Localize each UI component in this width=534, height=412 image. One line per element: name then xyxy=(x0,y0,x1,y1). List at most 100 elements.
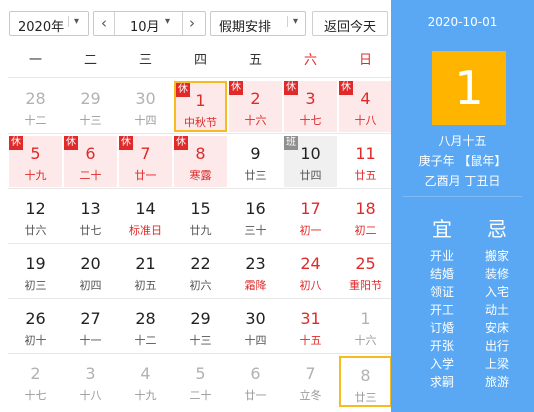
lunar-label: 初三 xyxy=(24,279,47,292)
day-cell[interactable]: 25 重阳节 xyxy=(339,246,392,297)
day-cell[interactable]: 23 霜降 xyxy=(229,246,282,297)
day-cell[interactable]: 8 廿三 xyxy=(339,356,392,407)
divider xyxy=(182,12,183,35)
day-cell[interactable]: 28 十二 xyxy=(9,81,62,132)
yi-heading: 宜 xyxy=(432,217,452,241)
day-cell[interactable]: 休 1 中秋节 xyxy=(174,81,227,132)
prev-month-icon[interactable]: ‹ xyxy=(101,14,107,32)
day-cell[interactable]: 休 6 二十 xyxy=(64,136,117,187)
day-cell[interactable]: 4 十九 xyxy=(119,356,172,407)
day-cell[interactable]: 21 初五 xyxy=(119,246,172,297)
day-cell[interactable]: 休 2 十六 xyxy=(229,81,282,132)
day-number: 8 xyxy=(360,366,371,385)
day-cell[interactable]: 26 初十 xyxy=(9,301,62,352)
day-cell[interactable]: 1 十六 xyxy=(339,301,392,352)
weekday-label: 三 xyxy=(138,53,152,68)
day-cell[interactable]: 班 10 廿四 xyxy=(284,136,337,187)
day-cell[interactable]: 18 初二 xyxy=(339,191,392,242)
lunar-label: 二十 xyxy=(79,169,102,182)
day-number: 3 xyxy=(305,89,316,108)
day-cell[interactable]: 29 十三 xyxy=(64,81,117,132)
lunar-label: 十四 xyxy=(134,114,157,127)
day-cell[interactable]: 13 廿七 xyxy=(64,191,117,242)
holiday-select[interactable]: 假期安排 ▾ xyxy=(210,11,306,36)
day-cell[interactable]: 休 4 十八 xyxy=(339,81,392,132)
lunar-label: 中秋节 xyxy=(184,116,217,129)
day-number: 15 xyxy=(190,199,211,218)
day-number: 27 xyxy=(80,309,101,328)
day-cell[interactable]: 休 3 十七 xyxy=(284,81,337,132)
day-cell[interactable]: 19 初三 xyxy=(9,246,62,297)
day-cell[interactable]: 12 廿六 xyxy=(9,191,62,242)
chevron-down-icon[interactable]: ▾ xyxy=(165,16,170,27)
day-cell[interactable]: 17 初一 xyxy=(284,191,337,242)
weekday-label: 六 xyxy=(303,53,317,68)
day-cell[interactable]: 27 十一 xyxy=(64,301,117,352)
day-cell[interactable]: 14 标准日 xyxy=(119,191,172,242)
row-divider xyxy=(8,188,391,189)
day-number: 8 xyxy=(195,144,206,163)
day-cell[interactable]: 9 廿三 xyxy=(229,136,282,187)
day-number: 11 xyxy=(355,144,376,163)
lunar-label: 廿一 xyxy=(244,389,267,402)
day-number: 18 xyxy=(355,199,376,218)
ganzhi-year: 庚子年 【鼠年】 xyxy=(418,154,507,168)
row-divider xyxy=(8,243,391,244)
lunar-label: 三十 xyxy=(244,224,267,237)
return-today-button[interactable]: 返回今天 xyxy=(312,11,388,36)
day-cell[interactable]: 22 初六 xyxy=(174,246,227,297)
chevron-down-icon: ▾ xyxy=(287,16,298,27)
day-number: 2 xyxy=(30,364,41,383)
day-detail-panel: 2020-10-01 1 八月十五 庚子年 【鼠年】 乙酉月 丁丑日 宜 忌 开… xyxy=(391,0,534,412)
day-cell[interactable]: 11 廿五 xyxy=(339,136,392,187)
lunar-label: 十二 xyxy=(24,114,47,127)
day-cell[interactable]: 休 8 寒露 xyxy=(174,136,227,187)
day-number: 7 xyxy=(140,144,151,163)
day-cell[interactable]: 2 十七 xyxy=(9,356,62,407)
day-number: 22 xyxy=(190,254,211,273)
month-select-value[interactable]: 10月 xyxy=(130,16,160,35)
day-cell[interactable]: 休 5 十九 xyxy=(9,136,62,187)
day-cell[interactable]: 20 初四 xyxy=(64,246,117,297)
yi-item: 开工 xyxy=(429,303,454,317)
day-number: 28 xyxy=(135,309,156,328)
next-month-icon[interactable]: › xyxy=(189,14,195,32)
day-cell[interactable]: 28 十二 xyxy=(119,301,172,352)
day-cell[interactable]: 30 十四 xyxy=(119,81,172,132)
day-number: 23 xyxy=(245,254,266,273)
row-divider xyxy=(8,133,391,134)
lunar-label: 十三 xyxy=(189,334,212,347)
lunar-label: 二十 xyxy=(189,389,212,402)
day-number: 9 xyxy=(250,144,261,163)
day-cell[interactable]: 30 十四 xyxy=(229,301,282,352)
day-number: 20 xyxy=(80,254,101,273)
day-cell[interactable]: 5 二十 xyxy=(174,356,227,407)
lunar-label: 廿三 xyxy=(354,391,377,404)
day-cell[interactable]: 3 十八 xyxy=(64,356,117,407)
weekday-label: 二 xyxy=(83,53,97,68)
day-cell[interactable]: 31 十五 xyxy=(284,301,337,352)
day-number: 19 xyxy=(25,254,46,273)
chevron-down-icon: ▾ xyxy=(68,16,79,27)
calendar-panel: 2020年 ▾ ‹ 10月 ▾ › 假期安排 ▾ 返回今天 一二三四五六日 28… xyxy=(0,0,392,412)
day-cell[interactable]: 29 十三 xyxy=(174,301,227,352)
weekday-label: 日 xyxy=(358,53,372,68)
yi-item: 订婚 xyxy=(429,321,454,335)
day-number: 12 xyxy=(25,199,46,218)
year-select[interactable]: 2020年 ▾ xyxy=(9,11,89,36)
day-number: 7 xyxy=(305,364,316,383)
day-cell[interactable]: 24 初八 xyxy=(284,246,337,297)
day-cell[interactable]: 15 廿九 xyxy=(174,191,227,242)
yi-item: 开业 xyxy=(429,249,454,263)
lunar-label: 十七 xyxy=(24,389,47,402)
ji-item: 出行 xyxy=(484,339,509,353)
day-number: 10 xyxy=(300,144,321,163)
day-cell[interactable]: 7 立冬 xyxy=(284,356,337,407)
lunar-label: 初五 xyxy=(134,279,157,292)
day-number: 31 xyxy=(300,309,321,328)
lunar-label: 寒露 xyxy=(189,169,212,182)
day-cell[interactable]: 6 廿一 xyxy=(229,356,282,407)
day-cell[interactable]: 休 7 廿一 xyxy=(119,136,172,187)
day-cell[interactable]: 16 三十 xyxy=(229,191,282,242)
weekday-label: 五 xyxy=(248,53,262,68)
